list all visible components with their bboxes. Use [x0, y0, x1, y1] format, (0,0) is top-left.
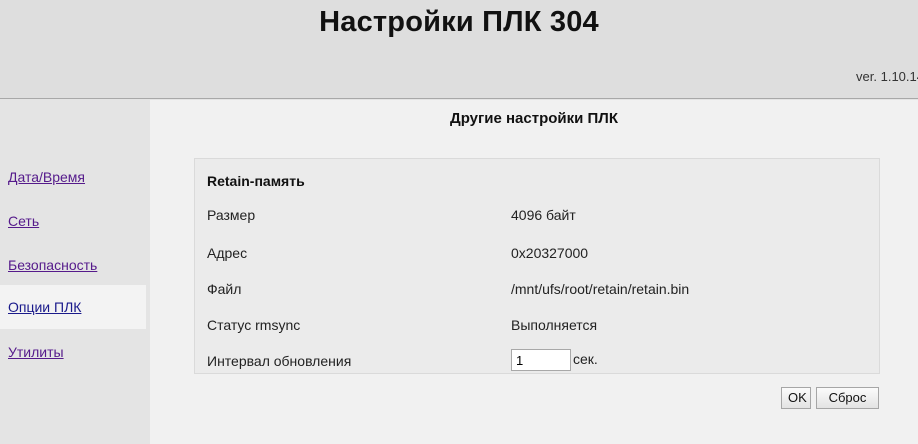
address-label: Адрес	[207, 245, 248, 261]
size-label: Размер	[207, 207, 256, 223]
section-title: Другие настройки ПЛК	[450, 110, 618, 127]
sidebar-item-security[interactable]: Безопасность	[0, 243, 146, 287]
retain-memory-panel: Retain-память Размер 4096 байт Адрес 0x2…	[194, 158, 880, 374]
sidebar-item-label[interactable]: Утилиты	[8, 344, 64, 360]
size-value: 4096 байт	[511, 207, 576, 223]
update-interval-input[interactable]	[511, 349, 571, 371]
main-content: Другие настройки ПЛК Retain-память Разме…	[150, 100, 918, 444]
rmsync-status-label: Статус rmsync	[207, 317, 301, 333]
panel-heading: Retain-память	[207, 173, 305, 189]
sidebar-item-label[interactable]: Опции ПЛК	[8, 299, 81, 315]
sidebar: Дата/Время Сеть Безопасность Опции ПЛК У…	[0, 100, 150, 444]
sidebar-item-label[interactable]: Сеть	[8, 213, 39, 229]
sidebar-item-label[interactable]: Дата/Время	[8, 169, 85, 185]
page-title: Настройки ПЛК 304	[319, 6, 599, 38]
version-label: ver. 1.10.14	[856, 69, 918, 84]
sidebar-item-label[interactable]: Безопасность	[8, 257, 97, 273]
rmsync-status-value: Выполняется	[511, 317, 598, 333]
ok-button[interactable]: OK	[781, 387, 811, 409]
sidebar-item-network[interactable]: Сеть	[0, 199, 146, 243]
sidebar-item-datetime[interactable]: Дата/Время	[0, 155, 146, 199]
reset-button[interactable]: Сброс	[816, 387, 879, 409]
sidebar-item-plc-options[interactable]: Опции ПЛК	[0, 285, 146, 329]
file-value: /mnt/ufs/root/retain/retain.bin	[511, 281, 690, 297]
update-interval-unit: сек.	[573, 351, 598, 367]
page-header: Настройки ПЛК 304 ver. 1.10.14	[0, 0, 918, 99]
sidebar-item-utilities[interactable]: Утилиты	[0, 330, 146, 374]
update-interval-label: Интервал обновления	[207, 353, 352, 369]
file-label: Файл	[207, 281, 242, 297]
address-value: 0x20327000	[511, 245, 589, 261]
